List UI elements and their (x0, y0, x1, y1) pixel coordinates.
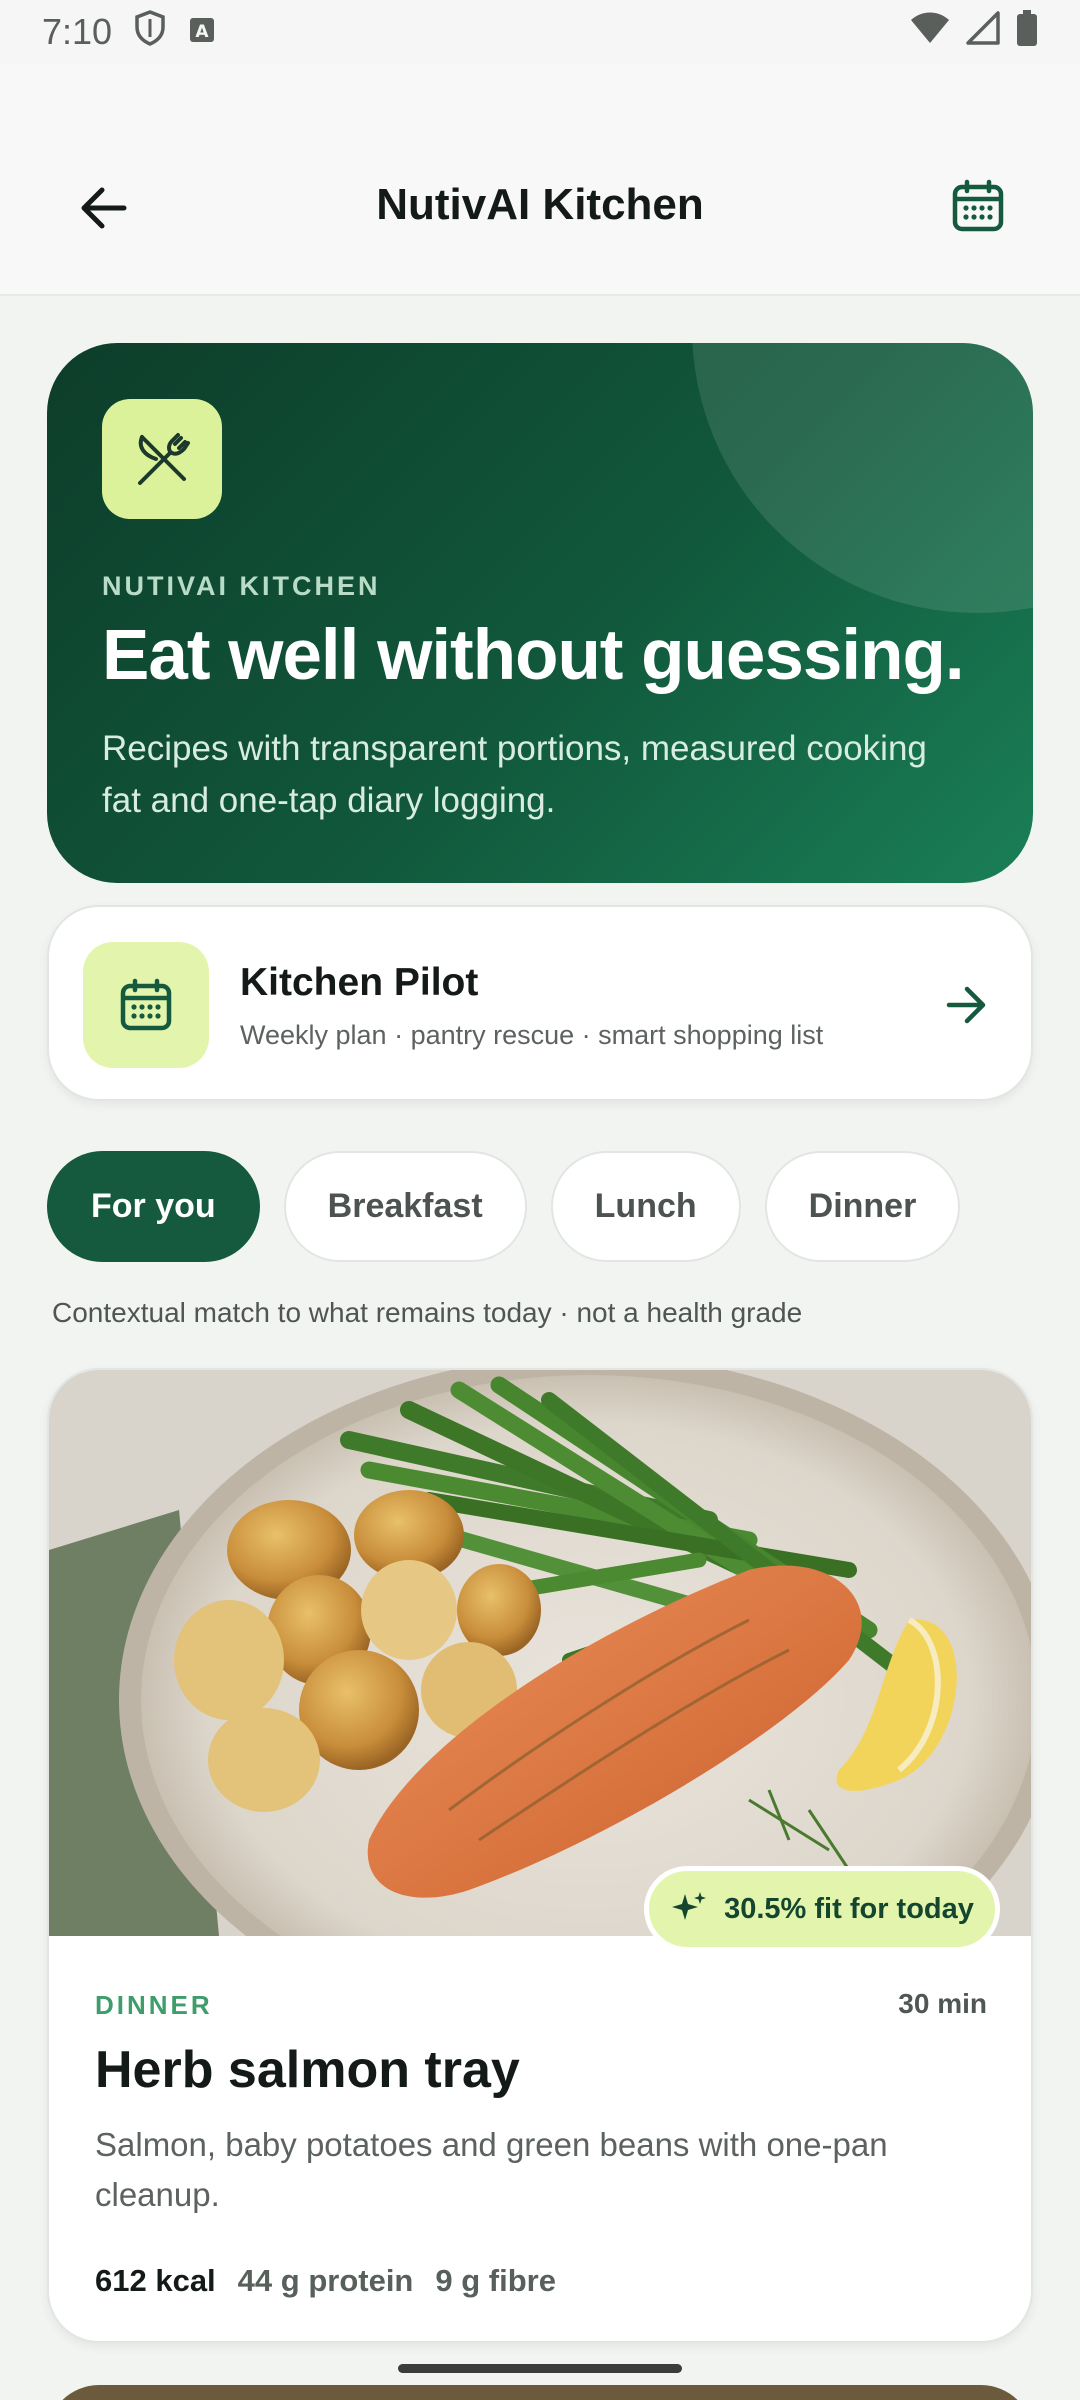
hero-title: Eat well without guessing. (102, 616, 965, 695)
fit-badge: 30.5% fit for today (644, 1866, 1000, 1952)
signal-icon (966, 10, 1000, 54)
context-note: Contextual match to what remains today ·… (52, 1297, 803, 1328)
hero-banner: NUTIVAI KITCHEN Eat well without guessin… (47, 343, 1033, 883)
pilot-icon-tile (83, 942, 209, 1068)
calendar-icon (120, 978, 172, 1031)
svg-text:A: A (195, 22, 209, 42)
recipe-card[interactable]: 30.5% fit for today DINNER 30 min Herb s… (47, 1368, 1033, 2343)
battery-icon (1016, 9, 1038, 55)
app-bar: NutivAI Kitchen (0, 64, 1080, 296)
recipe-photo (49, 1370, 1031, 1936)
recipe-title: Herb salmon tray (95, 2041, 520, 2099)
fit-badge-label: 30.5% fit for today (724, 1892, 974, 1925)
recipe-kcal: 612 kcal (95, 2263, 216, 2298)
status-bar: 7:10 A (0, 0, 1080, 64)
recipe-fibre: 9 g fibre (435, 2263, 556, 2298)
status-right (910, 9, 1038, 55)
recipe-protein: 44 g protein (237, 2263, 414, 2298)
chip-lunch[interactable]: Lunch (550, 1151, 741, 1262)
recipe-time: 30 min (898, 1988, 987, 2019)
recipe-nutrition: 612 kcal 44 g protein 9 g fibre (95, 2263, 556, 2299)
sparkle-icon (672, 1892, 707, 1920)
pilot-arrow (939, 977, 995, 1033)
home-indicator[interactable] (398, 2364, 682, 2373)
shield-icon (134, 9, 166, 55)
chip-for-you[interactable]: For you (47, 1151, 260, 1262)
meal-filter-chips: For you Breakfast Lunch Dinner (47, 1151, 961, 1262)
pilot-subtitle: Weekly plan · pantry rescue · smart shop… (240, 1020, 824, 1050)
hero-eyebrow: NUTIVAI KITCHEN (102, 571, 381, 601)
fork-knife-icon (138, 433, 190, 485)
page-title: NutivAI Kitchen (376, 180, 704, 229)
recipe-meal-type: DINNER (95, 1990, 213, 2020)
keyboard-a-icon: A (188, 11, 216, 53)
wifi-icon (910, 11, 950, 54)
pilot-title: Kitchen Pilot (240, 961, 479, 1004)
status-left: 7:10 A (42, 9, 216, 55)
status-time: 7:10 (42, 11, 113, 52)
recipe-description: Salmon, baby potatoes and green beans wi… (95, 2126, 888, 2213)
kitchen-pilot-card[interactable]: Kitchen Pilot Weekly plan · pantry rescu… (47, 905, 1033, 1101)
calendar-icon (952, 179, 1004, 232)
hero-icon-tile (102, 399, 222, 519)
chip-breakfast[interactable]: Breakfast (283, 1151, 527, 1262)
chip-dinner[interactable]: Dinner (764, 1151, 961, 1262)
calendar-button[interactable] (946, 174, 1010, 238)
arrow-forward-icon (946, 986, 986, 1024)
hero-decoration (692, 343, 1033, 613)
next-recipe-card[interactable] (47, 2385, 1033, 2400)
hero-subtitle: Recipes with transparent portions, measu… (102, 729, 927, 820)
